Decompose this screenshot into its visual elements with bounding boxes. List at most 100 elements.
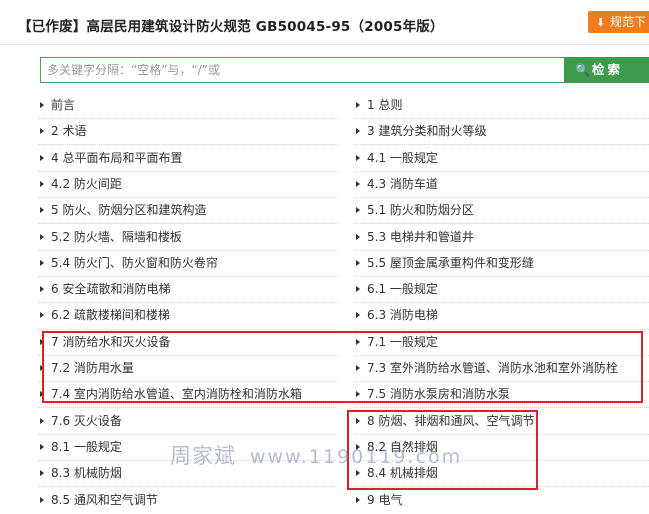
toc-item[interactable]: 4.1 一般规定 [356, 150, 438, 166]
search-icon: 🔍 [575, 63, 590, 77]
toc-item-label: 5.3 电梯井和管道井 [367, 230, 474, 244]
toc-item-label: 8.3 机械防烟 [51, 466, 122, 480]
bullet-arrow-icon [40, 233, 44, 240]
bullet-arrow-icon [356, 259, 360, 266]
bullet-arrow-icon [356, 233, 360, 240]
toc-item[interactable]: 5 防火、防烟分区和建筑构造 [40, 202, 206, 218]
toc-item[interactable]: 6.3 消防电梯 [356, 307, 438, 323]
bullet-arrow-icon [40, 127, 44, 134]
search-button-label: 检索 [592, 62, 624, 77]
toc-item-label: 1 总则 [367, 98, 403, 112]
toc-item[interactable]: 8.1 一般规定 [40, 439, 122, 455]
toc-item-label: 5.5 屋顶金属承重构件和变形缝 [367, 256, 534, 270]
search-input[interactable] [40, 57, 565, 83]
download-icon: ⬇ [596, 16, 606, 29]
toc-item[interactable]: 7.6 灭火设备 [40, 413, 122, 429]
toc-item-label: 5 防火、防烟分区和建筑构造 [51, 203, 207, 217]
toc-item-label: 6.1 一般规定 [367, 282, 438, 296]
toc-item[interactable]: 4.2 防火间距 [40, 176, 122, 192]
row-divider [38, 144, 338, 145]
row-divider [354, 302, 649, 303]
toc-item-label: 4.1 一般规定 [367, 151, 438, 165]
bullet-arrow-icon [40, 311, 44, 318]
bullet-arrow-icon [40, 285, 44, 292]
bullet-arrow-icon [356, 496, 360, 503]
bullet-arrow-icon [356, 180, 360, 187]
watermark-name: 周家斌 [170, 444, 236, 468]
toc-item[interactable]: 6 安全疏散和消防电梯 [40, 281, 170, 297]
row-divider [38, 197, 338, 198]
download-button[interactable]: ⬇ 规范下 [588, 11, 649, 33]
toc-item-label: 2 术语 [51, 124, 87, 138]
row-divider [354, 250, 649, 251]
toc-item[interactable]: 8.3 机械防烟 [40, 465, 122, 481]
row-divider [354, 276, 649, 277]
bullet-arrow-icon [356, 101, 360, 108]
bullet-arrow-icon [40, 154, 44, 161]
toc-item-label: 6.3 消防电梯 [367, 308, 438, 322]
bullet-arrow-icon [40, 259, 44, 266]
toc-item[interactable]: 5.2 防火墙、隔墙和楼板 [40, 229, 182, 245]
toc-item[interactable]: 9 电气 [356, 492, 402, 508]
bullet-arrow-icon [356, 311, 360, 318]
toc-item[interactable]: 1 总则 [356, 97, 402, 113]
toc-item-label: 5.4 防火门、防火窗和防火卷帘 [51, 256, 218, 270]
row-divider [38, 407, 338, 408]
row-divider [354, 197, 649, 198]
toc-item[interactable]: 8.5 通风和空气调节 [40, 492, 158, 508]
row-divider [38, 223, 338, 224]
search-bar: 🔍检索 [40, 57, 649, 83]
row-divider [38, 434, 338, 435]
bullet-arrow-icon [40, 469, 44, 476]
row-divider [354, 171, 649, 172]
row-divider [38, 118, 338, 119]
row-divider [38, 329, 338, 330]
bullet-arrow-icon [356, 206, 360, 213]
bullet-arrow-icon [40, 496, 44, 503]
toc-item-label: 6 安全疏散和消防电梯 [51, 282, 171, 296]
row-divider [38, 302, 338, 303]
toc-item[interactable]: 4 总平面布局和平面布置 [40, 150, 182, 166]
row-divider [354, 223, 649, 224]
header-bar: 【已作废】高层民用建筑设计防火规范 GB50045-95（2005年版） ⬇ 规范… [0, 0, 649, 45]
toc-item-label: 7.6 灭火设备 [51, 414, 122, 428]
row-divider [38, 460, 338, 461]
toc-item-label: 8.5 通风和空气调节 [51, 493, 158, 507]
toc-item-label: 3 建筑分类和耐火等级 [367, 124, 487, 138]
bullet-arrow-icon [40, 206, 44, 213]
row-divider [38, 276, 338, 277]
toc-item[interactable]: 前言 [40, 97, 75, 113]
toc-item[interactable]: 6.2 疏散楼梯间和楼梯 [40, 307, 170, 323]
search-button[interactable]: 🔍 检索 [564, 57, 649, 83]
bullet-arrow-icon [40, 443, 44, 450]
bullet-arrow-icon [356, 285, 360, 292]
toc-item-label: 5.1 防火和防烟分区 [367, 203, 474, 217]
toc-item-label: 5.2 防火墙、隔墙和楼板 [51, 230, 182, 244]
toc-item-label: 4.3 消防车道 [367, 177, 438, 191]
bullet-arrow-icon [40, 101, 44, 108]
download-label: 规范下 [610, 15, 647, 29]
toc-item[interactable]: 5.5 屋顶金属承重构件和变形缝 [356, 255, 534, 271]
toc-item[interactable]: 3 建筑分类和耐火等级 [356, 123, 486, 139]
bullet-arrow-icon [356, 127, 360, 134]
row-divider [354, 144, 649, 145]
toc-item[interactable]: 4.3 消防车道 [356, 176, 438, 192]
highlight-box-section-7 [42, 331, 643, 403]
bullet-arrow-icon [356, 154, 360, 161]
toc-item[interactable]: 2 术语 [40, 123, 86, 139]
toc-item-label: 4.2 防火间距 [51, 177, 122, 191]
toc-item-label: 前言 [51, 98, 76, 112]
bullet-arrow-icon [40, 417, 44, 424]
row-divider [38, 486, 338, 487]
highlight-box-section-8 [347, 410, 538, 490]
toc-item-label: 9 电气 [367, 493, 403, 507]
row-divider [354, 329, 649, 330]
toc-item[interactable]: 6.1 一般规定 [356, 281, 438, 297]
toc-item[interactable]: 5.1 防火和防烟分区 [356, 202, 474, 218]
toc-item[interactable]: 5.3 电梯井和管道井 [356, 229, 474, 245]
row-divider [354, 118, 649, 119]
toc-item[interactable]: 5.4 防火门、防火窗和防火卷帘 [40, 255, 218, 271]
row-divider [38, 171, 338, 172]
row-divider [354, 407, 649, 408]
toc-item-label: 8.1 一般规定 [51, 440, 122, 454]
